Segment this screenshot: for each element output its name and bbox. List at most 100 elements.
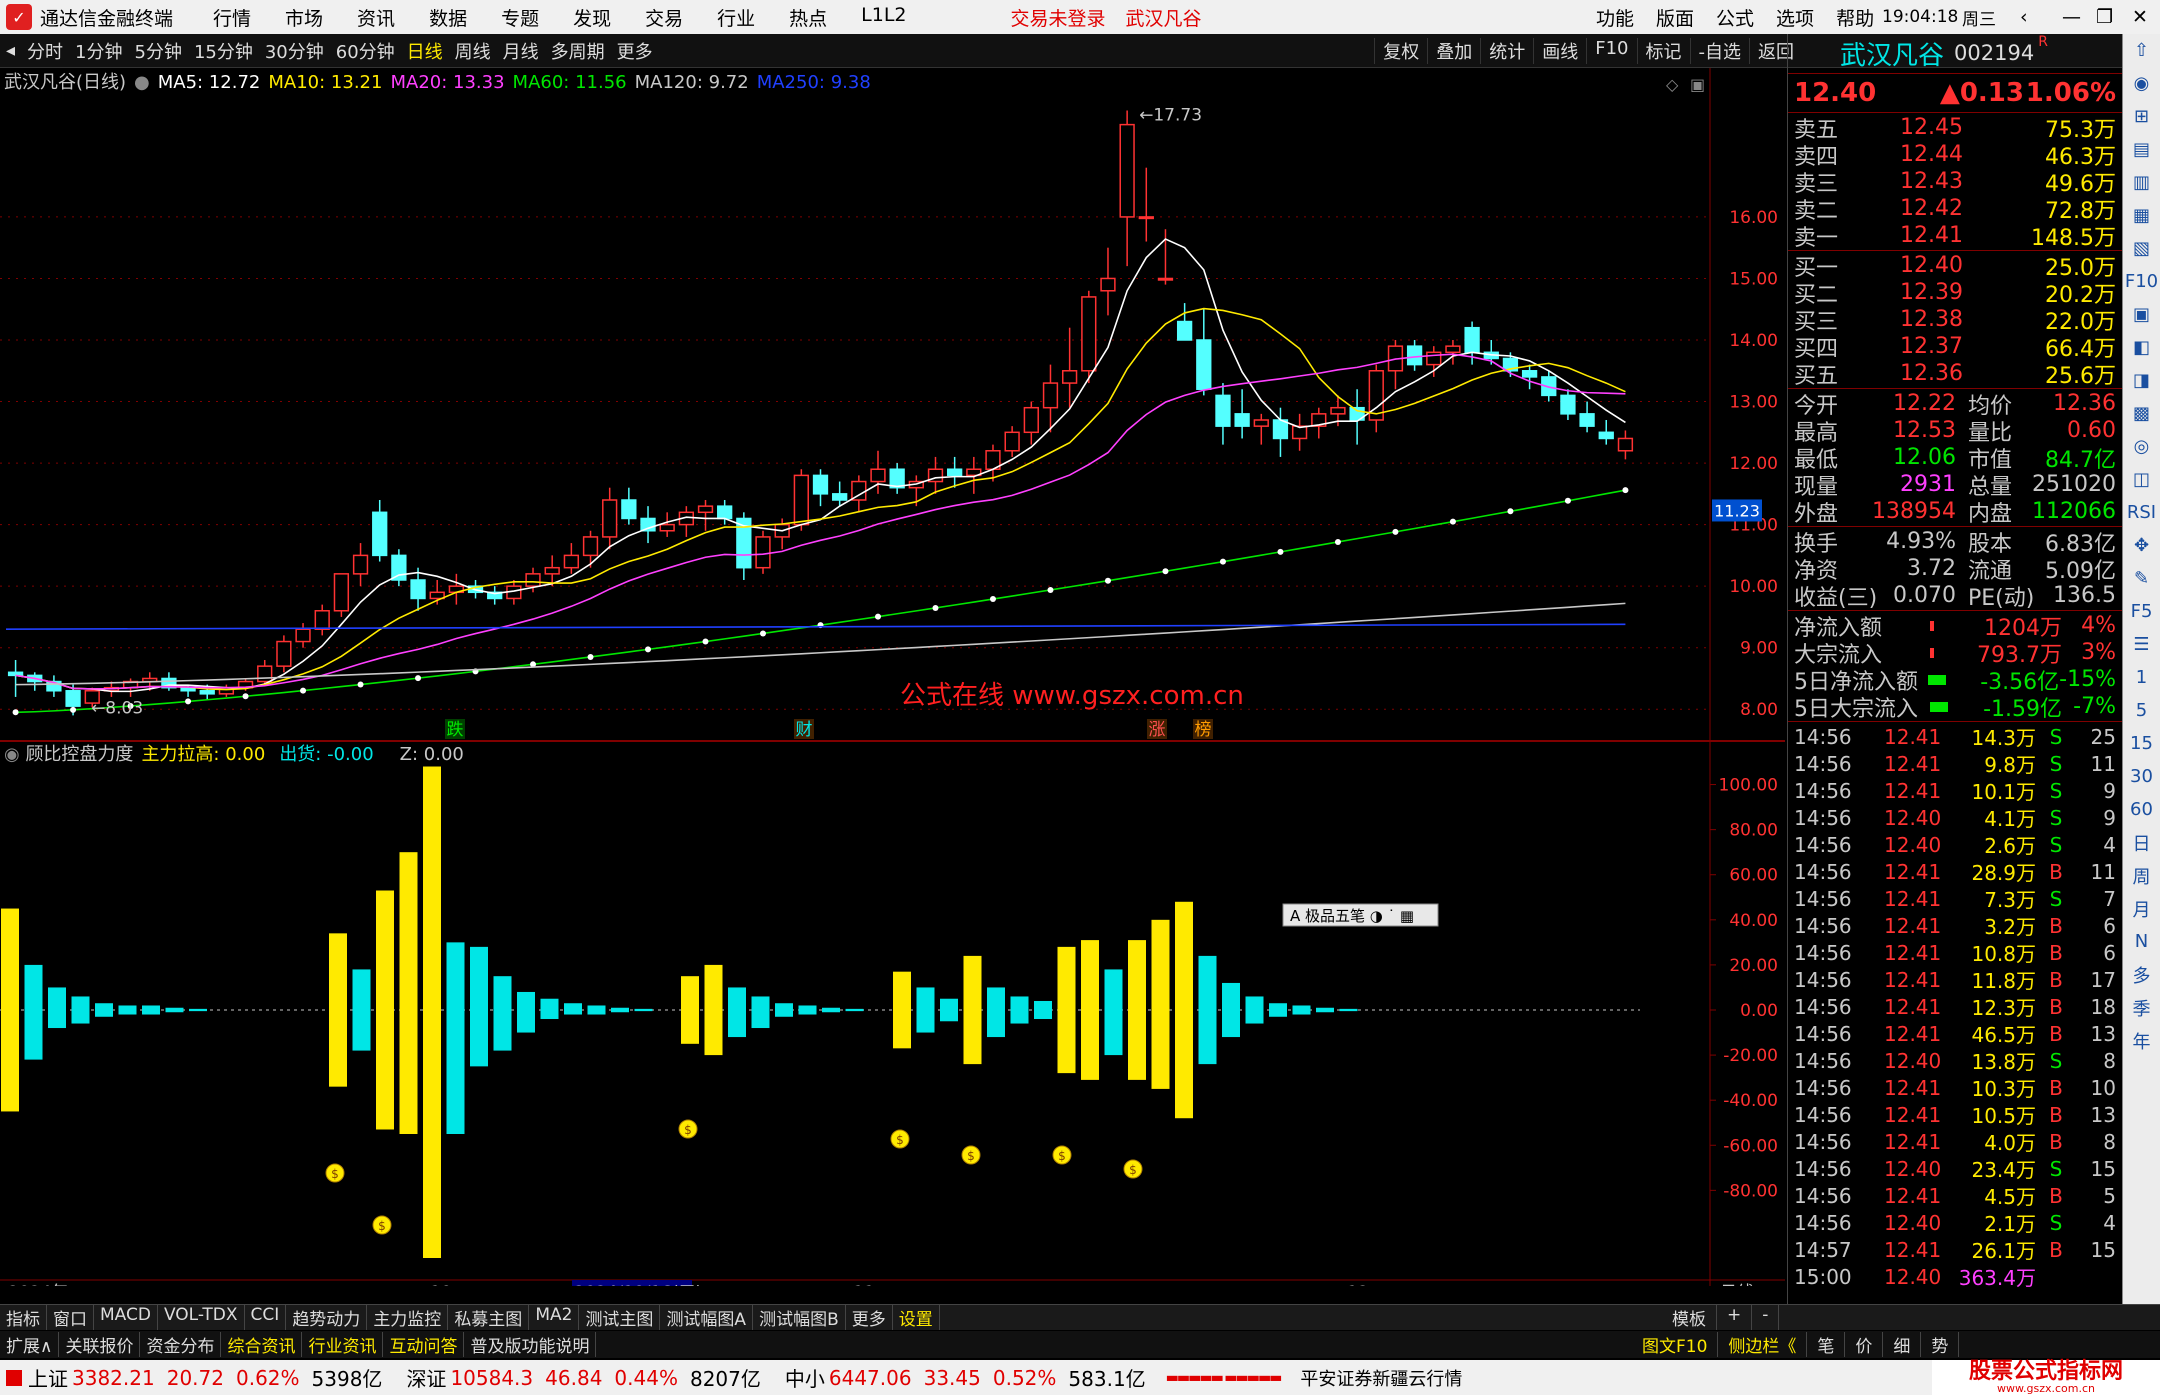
candle-body[interactable] [563, 554, 580, 569]
indicator-tab[interactable]: 更多 [846, 1305, 893, 1330]
right-nav-button[interactable]: N [2123, 925, 2160, 958]
right-nav-button[interactable]: 多 [2123, 958, 2160, 991]
tick-row[interactable]: 14:56 12.40 13.8万 S 8 [1788, 1047, 2122, 1075]
candle-body[interactable] [65, 690, 81, 707]
candle-body[interactable] [1215, 394, 1231, 427]
right-nav-button[interactable]: ⇧ [2123, 34, 2160, 67]
candle-body[interactable] [621, 499, 637, 520]
book-row[interactable]: 买一 12.40 25.0万 [1788, 252, 2122, 281]
period-tab[interactable]: 5分钟 [135, 38, 182, 64]
candle-body[interactable] [870, 468, 886, 483]
chart-tool-button[interactable]: 统计 [1480, 37, 1533, 64]
menu-item[interactable]: 行情 [213, 4, 251, 31]
link-item[interactable]: 互动问答 [383, 1332, 465, 1357]
candle-body[interactable] [1560, 394, 1576, 415]
right-menu-item[interactable]: 版面 [1656, 4, 1694, 31]
candle-body[interactable] [7, 671, 24, 677]
panel-icon[interactable]: ▣ [1690, 75, 1705, 94]
right-nav-button[interactable]: 5 [2123, 694, 2160, 727]
candle-body[interactable] [1521, 370, 1538, 378]
right-nav-button[interactable]: ▣ [2123, 298, 2160, 331]
tab-right-button[interactable]: 模板 [1662, 1305, 1717, 1330]
tick-row[interactable]: 14:56 12.41 4.0万 B 8 [1788, 1128, 2122, 1156]
indicator-tab[interactable]: MACD [94, 1305, 158, 1330]
right-nav-button[interactable]: ▦ [2123, 199, 2160, 232]
candle-body[interactable] [1081, 296, 1097, 372]
candle-body[interactable] [314, 610, 330, 630]
right-nav-button[interactable]: 15 [2123, 727, 2160, 760]
candle-body[interactable] [812, 474, 829, 495]
candle-body[interactable] [544, 566, 560, 575]
candle-body[interactable] [295, 628, 311, 643]
right-nav-button[interactable]: 30 [2123, 760, 2160, 793]
link-right-item[interactable]: 价 [1845, 1332, 1884, 1357]
tick-row[interactable]: 14:56 12.41 14.3万 S 25 [1788, 723, 2122, 751]
candle-body[interactable] [602, 499, 618, 538]
candle-body[interactable] [1061, 370, 1078, 384]
book-row[interactable]: 买四 12.37 66.4万 [1788, 333, 2122, 362]
chart-tool-button[interactable]: -自选 [1689, 37, 1750, 64]
candle-body[interactable] [755, 536, 771, 569]
candle-body[interactable] [199, 690, 215, 695]
menu-item[interactable]: 发现 [573, 4, 611, 31]
event-marker[interactable]: 榜 [1195, 720, 1212, 740]
right-nav-button[interactable]: RSI [2123, 496, 2160, 529]
book-row[interactable]: 卖一 12.41 148.5万 [1788, 222, 2122, 251]
book-row[interactable]: 买二 12.39 20.2万 [1788, 279, 2122, 308]
tick-row[interactable]: 14:56 12.41 10.3万 B 10 [1788, 1074, 2122, 1102]
sub-legend-icon[interactable]: ◉ [4, 744, 25, 765]
right-nav-button[interactable]: ▩ [2123, 397, 2160, 430]
tick-row[interactable]: 14:56 12.41 46.5万 B 13 [1788, 1020, 2122, 1048]
event-marker[interactable]: 涨 [1149, 720, 1166, 740]
link-item[interactable]: 综合资讯 [221, 1332, 303, 1357]
menu-item[interactable]: L1L2 [861, 4, 906, 31]
chart-tool-button[interactable]: F10 [1586, 37, 1636, 64]
login-status[interactable]: 交易未登录 [1011, 4, 1106, 31]
candle-body[interactable] [1138, 216, 1154, 220]
tick-row[interactable]: 14:56 12.41 28.9万 B 11 [1788, 858, 2122, 886]
indicator-tab[interactable]: 窗口 [47, 1305, 94, 1330]
candle-body[interactable] [717, 505, 733, 520]
candle-body[interactable] [1445, 345, 1461, 354]
right-menu-item[interactable]: 帮助 [1836, 4, 1874, 31]
right-nav-button[interactable]: ✥ [2123, 529, 2160, 562]
candle-body[interactable] [1406, 345, 1423, 366]
legend-toggle-icon[interactable]: ● [134, 72, 150, 93]
indicator-tab[interactable]: MA2 [529, 1305, 580, 1330]
indicator-tab[interactable]: VOL-TDX [158, 1305, 245, 1330]
menu-item[interactable]: 专题 [501, 4, 539, 31]
candle-body[interactable] [1253, 419, 1269, 427]
link-right-item[interactable]: 势 [1921, 1332, 1960, 1357]
candle-body[interactable] [1004, 431, 1020, 452]
book-row[interactable]: 卖四 12.44 46.3万 [1788, 141, 2122, 170]
period-tab[interactable]: 分时 [27, 38, 63, 64]
indicator-tab[interactable]: 主力监控 [367, 1305, 449, 1330]
candle-body[interactable] [832, 493, 848, 501]
tick-row[interactable]: 14:56 12.41 10.1万 S 9 [1788, 777, 2122, 805]
right-nav-button[interactable]: 月 [2123, 892, 2160, 925]
candle-body[interactable] [352, 554, 369, 575]
candle-body[interactable] [1330, 406, 1346, 415]
candle-body[interactable] [1272, 419, 1289, 440]
tick-row[interactable]: 14:56 12.40 23.4万 S 15 [1788, 1155, 2122, 1183]
period-tab[interactable]: 周线 [455, 38, 491, 64]
link-item[interactable]: 资金分布 [140, 1332, 222, 1357]
candle-body[interactable] [1234, 413, 1250, 427]
candle-body[interactable] [889, 468, 905, 489]
indicator-tab[interactable]: 测试主图 [579, 1305, 661, 1330]
book-row[interactable]: 买五 12.36 25.6万 [1788, 360, 2122, 389]
candle-body[interactable] [257, 665, 273, 683]
right-nav-button[interactable]: 1 [2123, 661, 2160, 694]
candle-body[interactable] [1196, 339, 1212, 390]
tick-row[interactable]: 14:56 12.41 11.8万 B 17 [1788, 966, 2122, 994]
restore-icon[interactable]: ❐ [2096, 6, 2113, 28]
candle-body[interactable] [697, 505, 714, 514]
link-right-item[interactable]: 笔 [1807, 1332, 1846, 1357]
candle-body[interactable] [391, 554, 407, 581]
period-tab[interactable]: 60分钟 [336, 38, 395, 64]
tab-right-button[interactable]: + [1717, 1305, 1753, 1330]
candle-body[interactable] [1598, 431, 1614, 440]
candle-body[interactable] [1100, 277, 1116, 292]
indicator-tab[interactable]: 指标 [0, 1305, 47, 1330]
link-right-item[interactable]: 细 [1883, 1332, 1922, 1357]
